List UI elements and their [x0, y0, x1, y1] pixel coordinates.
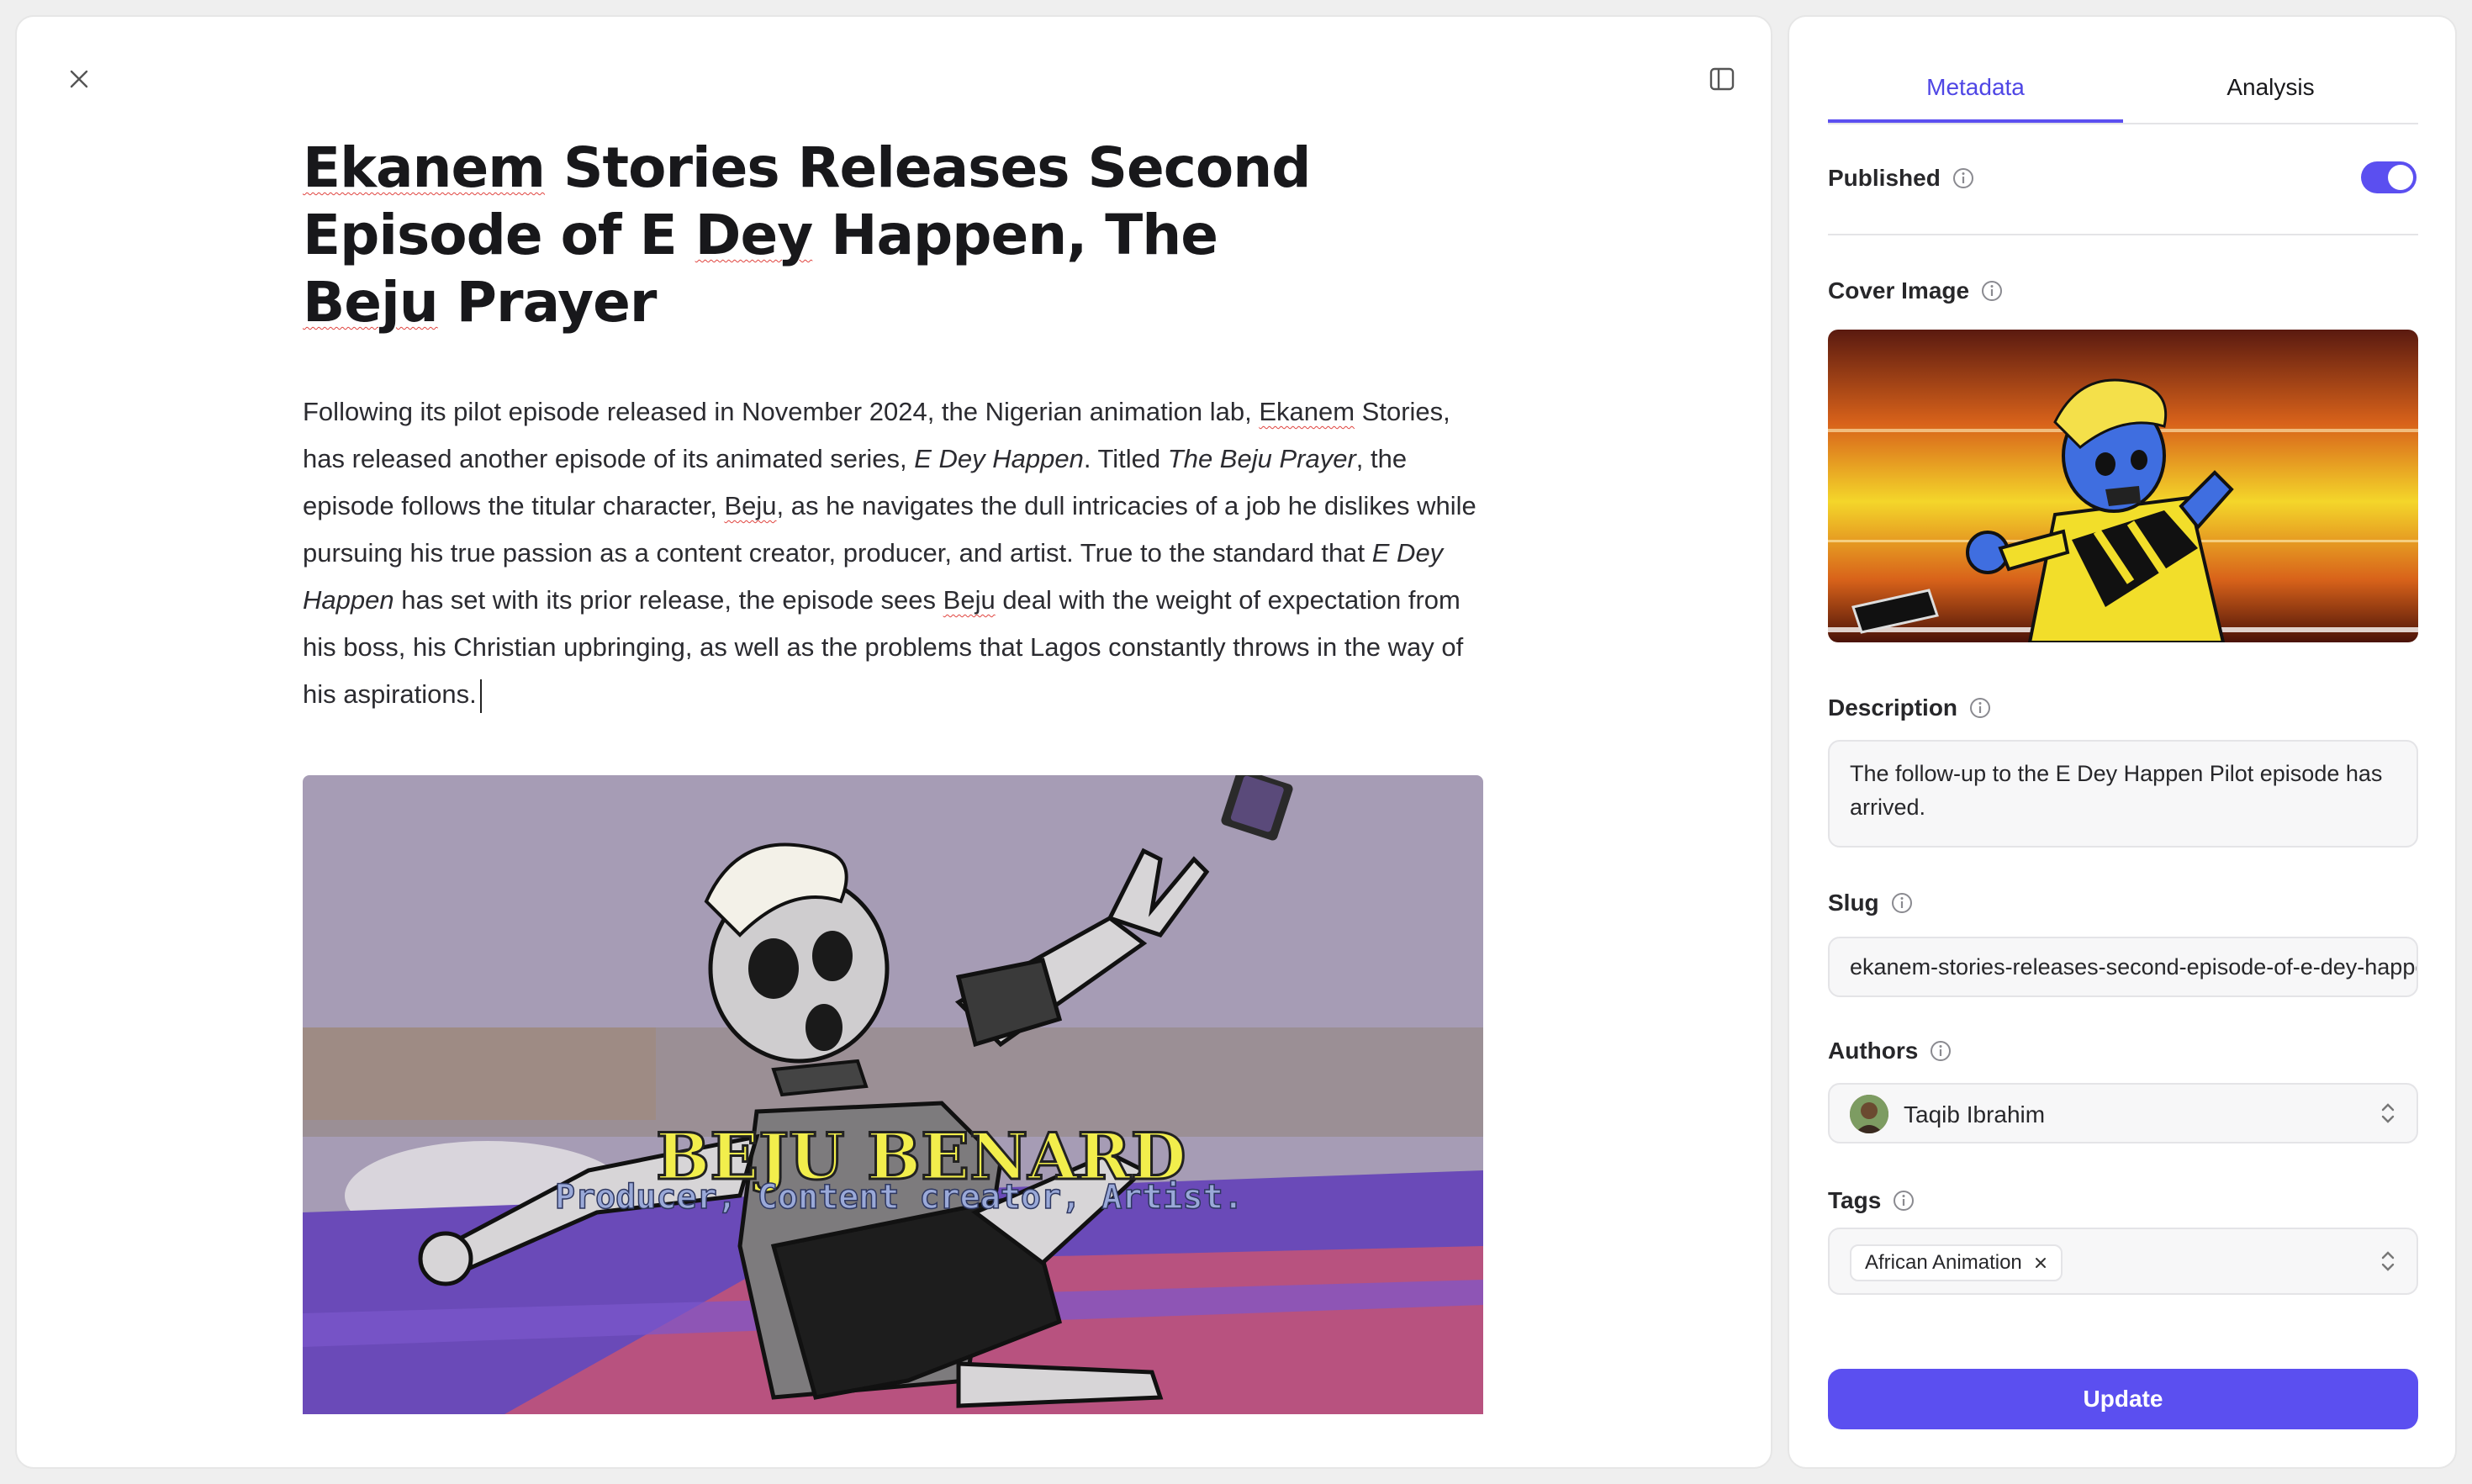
chevron-up-down-icon [2381, 1251, 2395, 1271]
cover-illustration [1828, 330, 2418, 642]
close-icon [70, 70, 88, 88]
sidebar-panel-icon [1709, 67, 1735, 91]
authors-label: Authors [1828, 1034, 1952, 1068]
info-icon[interactable] [1893, 1190, 1915, 1212]
tags-select[interactable]: African Animation [1828, 1228, 2418, 1295]
slug-field[interactable]: ekanem-stories-releases-second-episode-o… [1828, 937, 2418, 997]
toggle-sidebar-button[interactable] [1703, 61, 1740, 98]
info-icon[interactable] [1969, 697, 1991, 719]
info-icon[interactable] [1930, 1040, 1952, 1062]
info-icon[interactable] [1981, 280, 2003, 302]
tab-analysis[interactable]: Analysis [2123, 50, 2418, 123]
update-button[interactable]: Update [1828, 1369, 2418, 1429]
authors-select[interactable]: Taqib Ibrahim [1828, 1083, 2418, 1143]
remove-tag-icon[interactable] [2034, 1256, 2047, 1270]
article-title[interactable]: Ekanem Stories Releases Second Episode o… [303, 135, 1362, 336]
author-name: Taqib Ibrahim [1904, 1101, 2046, 1128]
close-button[interactable] [61, 61, 98, 98]
article-hero-image[interactable]: BEJU BENARD Producer, Content creator, A… [303, 775, 1483, 1414]
info-icon[interactable] [1952, 167, 1974, 189]
toggle-knob [2388, 165, 2413, 190]
published-toggle[interactable] [2361, 161, 2417, 193]
article-paragraph[interactable]: Following its pilot episode released in … [303, 388, 1480, 718]
published-label: Published [1828, 161, 1974, 195]
article-content[interactable]: Ekanem Stories Releases Second Episode o… [303, 135, 1497, 718]
tag-chip: African Animation [1850, 1244, 2063, 1281]
slug-label: Slug [1828, 886, 1913, 920]
divider [1828, 234, 2418, 235]
hero-role-text: Producer, Content creator, Artist. [555, 1178, 1244, 1217]
cover-image-label: Cover Image [1828, 274, 2003, 308]
hero-illustration: BEJU BENARD Producer, Content creator, A… [303, 775, 1483, 1414]
description-label: Description [1828, 691, 1991, 725]
metadata-sidebar: Metadata Analysis Published Cover Image [1788, 15, 2457, 1469]
text-cursor [479, 679, 482, 713]
editor-panel: Ekanem Stories Releases Second Episode o… [15, 15, 1772, 1469]
info-icon[interactable] [1891, 892, 1913, 914]
avatar [1850, 1095, 1888, 1133]
cover-image[interactable] [1828, 330, 2418, 642]
tab-metadata[interactable]: Metadata [1828, 50, 2123, 123]
sidebar-tabs: Metadata Analysis [1828, 50, 2418, 124]
description-field[interactable]: The follow-up to the E Dey Happen Pilot … [1828, 740, 2418, 848]
tags-label: Tags [1828, 1184, 1915, 1217]
chevron-up-down-icon [2381, 1103, 2395, 1123]
